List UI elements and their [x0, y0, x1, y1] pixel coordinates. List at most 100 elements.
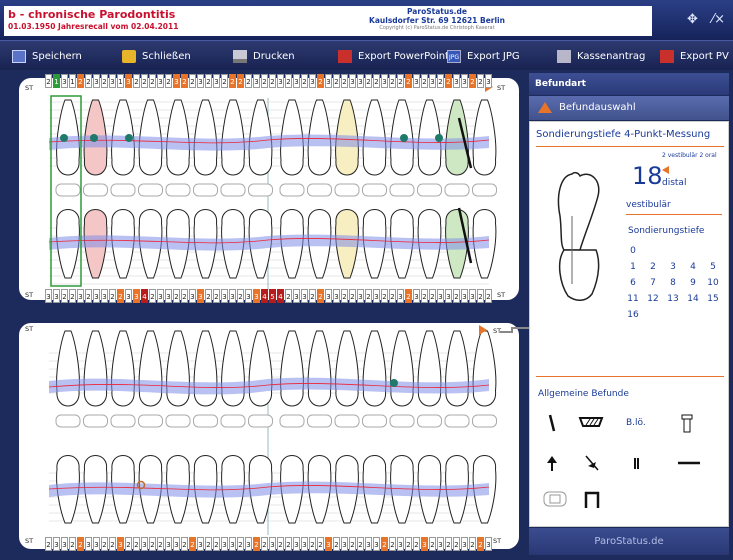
probing-cell[interactable]: 2 [149, 74, 156, 88]
depth-value[interactable]: 5 [706, 262, 720, 272]
upper-jaw-chart[interactable]: ST ST ST ST [19, 78, 519, 300]
probing-cell[interactable]: 2 [349, 289, 356, 303]
probing-cell[interactable]: 3 [277, 74, 284, 88]
probing-cell[interactable]: 2 [309, 289, 316, 303]
probing-cell[interactable]: 2 [261, 537, 268, 551]
probing-strip-top[interactable]: 2131223231322232322323222232232323232233… [45, 74, 492, 88]
bleeding-findings-label[interactable]: B.lö. [626, 418, 646, 428]
probing-cell[interactable]: 3 [373, 537, 380, 551]
probing-cell[interactable]: 2 [237, 289, 244, 303]
probing-cell[interactable]: 2 [341, 289, 348, 303]
probing-cell[interactable]: 2 [85, 289, 92, 303]
occlusal-box[interactable] [220, 414, 246, 428]
probing-cell[interactable]: 1 [69, 74, 76, 88]
tooth-shape[interactable] [56, 330, 80, 407]
probing-cell[interactable]: 3 [485, 74, 492, 88]
probing-cell[interactable]: 3 [437, 537, 444, 551]
probing-cell[interactable]: 2 [173, 289, 180, 303]
probing-cell[interactable]: 3 [413, 74, 420, 88]
probing-cell[interactable]: 3 [141, 537, 148, 551]
probing-cell[interactable]: 3 [381, 74, 388, 88]
probing-cell[interactable]: 3 [189, 289, 196, 303]
occlusal-box[interactable] [417, 183, 442, 197]
finding-selection-bar[interactable]: Befundauswahl [529, 96, 729, 120]
occlusal-box[interactable] [389, 183, 415, 197]
probing-cell[interactable]: 2 [181, 289, 188, 303]
occlusal-box[interactable] [307, 414, 332, 428]
depth-value[interactable]: 11 [626, 294, 640, 304]
probing-cell[interactable]: 2 [389, 537, 396, 551]
probing-cell[interactable]: 2 [285, 74, 292, 88]
probing-cell[interactable]: 4 [141, 289, 148, 303]
occlusal-box[interactable] [334, 414, 360, 428]
probing-cell[interactable]: 2 [101, 74, 108, 88]
tilted-arrow-icon[interactable] [582, 452, 604, 474]
probing-cell[interactable]: 3 [221, 537, 228, 551]
probing-cell[interactable]: 2 [397, 74, 404, 88]
probing-cell[interactable]: 3 [197, 74, 204, 88]
probing-cell[interactable]: 3 [101, 289, 108, 303]
occlusal-box[interactable] [248, 183, 273, 197]
probing-cell[interactable]: 3 [357, 74, 364, 88]
probing-cell[interactable]: 2 [437, 74, 444, 88]
probing-cell[interactable]: 2 [365, 289, 372, 303]
probing-cell[interactable]: 2 [45, 537, 52, 551]
probing-cell[interactable]: 1 [53, 74, 60, 88]
crown-hatch-icon[interactable] [578, 412, 604, 434]
probing-cell[interactable]: 3 [165, 289, 172, 303]
probing-cell[interactable]: 2 [261, 74, 268, 88]
tooth-top-view-icon[interactable] [542, 488, 567, 510]
occlusal-box[interactable] [55, 414, 81, 428]
tooth-shape[interactable] [445, 330, 469, 407]
tooth-shape[interactable] [280, 330, 304, 407]
move-icon[interactable]: ✥ [687, 12, 698, 27]
probing-cell[interactable]: 2 [61, 289, 68, 303]
probing-cell[interactable]: 3 [157, 289, 164, 303]
probing-cell[interactable]: 3 [173, 537, 180, 551]
horizontal-line-icon[interactable] [676, 452, 700, 474]
bridge-icon[interactable] [582, 488, 604, 510]
depth-value[interactable]: 1 [626, 262, 640, 272]
depth-value[interactable]: 10 [706, 278, 720, 288]
probing-cell[interactable]: 2 [77, 537, 84, 551]
tooth-shape[interactable] [417, 330, 442, 407]
tooth-shape[interactable] [221, 330, 245, 407]
probing-cell[interactable]: 2 [213, 289, 220, 303]
probing-cell[interactable]: 3 [229, 289, 236, 303]
probing-cell[interactable]: 2 [245, 74, 252, 88]
probing-cell[interactable]: 2 [189, 537, 196, 551]
probing-cell[interactable]: 3 [245, 537, 252, 551]
probing-cell[interactable]: 2 [117, 289, 124, 303]
depth-value[interactable]: 0 [626, 246, 640, 256]
occlusal-box[interactable] [307, 183, 332, 197]
probing-cell[interactable]: 2 [141, 74, 148, 88]
tooth-shape[interactable] [138, 330, 163, 407]
probing-cell[interactable]: 3 [117, 537, 124, 551]
probing-cell[interactable]: 3 [349, 74, 356, 88]
probing-cell[interactable]: 3 [461, 537, 468, 551]
probing-cell[interactable]: 2 [421, 74, 428, 88]
depth-value[interactable]: 3 [666, 262, 680, 272]
probing-cell[interactable]: 2 [349, 537, 356, 551]
depth-value[interactable]: 4 [686, 262, 700, 272]
probing-cell[interactable]: 4 [277, 289, 284, 303]
probing-cell[interactable]: 3 [157, 74, 164, 88]
probing-cell[interactable]: 2 [165, 74, 172, 88]
probing-cell[interactable]: 3 [421, 537, 428, 551]
probing-cell[interactable]: 2 [229, 74, 236, 88]
probing-cell[interactable]: 3 [221, 289, 228, 303]
tooth-shape[interactable] [83, 330, 108, 407]
probing-cell[interactable]: 3 [485, 537, 492, 551]
probing-cell[interactable]: 3 [85, 537, 92, 551]
probing-cell[interactable]: 2 [413, 537, 420, 551]
probing-cell[interactable]: 3 [293, 289, 300, 303]
probing-cell[interactable]: 3 [229, 537, 236, 551]
probing-cell[interactable]: 3 [125, 289, 132, 303]
probing-cell[interactable]: 2 [101, 537, 108, 551]
implant-icon[interactable] [676, 412, 698, 434]
occlusal-box[interactable] [444, 183, 470, 197]
arrow-up-icon[interactable] [542, 452, 564, 474]
probing-cell[interactable]: 2 [133, 537, 140, 551]
probing-cell[interactable]: 2 [45, 74, 52, 88]
probing-cell[interactable]: 3 [109, 74, 116, 88]
